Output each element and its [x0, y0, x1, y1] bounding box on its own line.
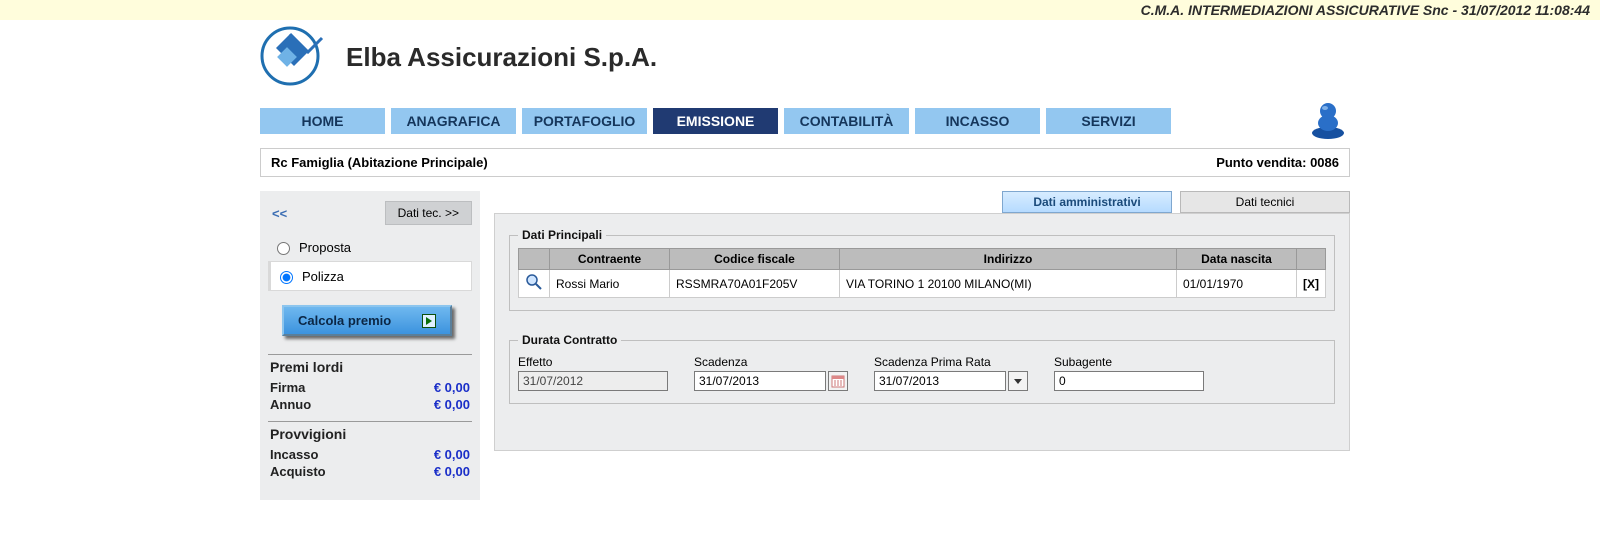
radio-polizza[interactable]: Polizza	[268, 261, 472, 291]
user-icon[interactable]	[1306, 99, 1350, 142]
incasso-label: Incasso	[270, 447, 318, 462]
company-name: Elba Assicurazioni S.p.A.	[346, 42, 657, 73]
header: Elba Assicurazioni S.p.A.	[260, 20, 1350, 99]
tab-strip: Dati amministrativi Dati tecnici	[494, 191, 1350, 213]
subagente-input[interactable]	[1054, 371, 1204, 391]
sidebar-back-button[interactable]: <<	[268, 206, 287, 221]
nav-home[interactable]: HOME	[260, 108, 385, 134]
scadenza-label: Scadenza	[694, 355, 848, 369]
row-delete-button[interactable]: [X]	[1297, 270, 1326, 298]
cell-data-nascita: 01/01/1970	[1177, 270, 1297, 298]
nav-portafoglio[interactable]: PORTAFOGLIO	[522, 108, 647, 134]
durata-contratto-fieldset: Durata Contratto Effetto Scadenza	[509, 333, 1335, 404]
effetto-input	[518, 371, 668, 391]
calcola-premio-button[interactable]: Calcola premio	[282, 305, 452, 336]
radio-proposta-input[interactable]	[277, 242, 290, 255]
annuo-label: Annuo	[270, 397, 311, 412]
subheader-bar: Rc Famiglia (Abitazione Principale) Punt…	[260, 148, 1350, 177]
nav-incasso[interactable]: INCASSO	[915, 108, 1040, 134]
scadenza-prima-rata-label: Scadenza Prima Rata	[874, 355, 1028, 369]
scadenza-prima-rata-input[interactable]	[874, 371, 1006, 391]
premi-lordi-title: Premi lordi	[268, 354, 472, 379]
provvigioni-title: Provvigioni	[268, 421, 472, 446]
col-indirizzo: Indirizzo	[840, 249, 1177, 270]
sidebar-dati-tec-button[interactable]: Dati tec. >>	[385, 201, 472, 225]
calcola-premio-arrow-icon	[422, 314, 436, 328]
main-nav: HOME ANAGRAFICA PORTAFOGLIO EMISSIONE CO…	[260, 99, 1350, 142]
sidebar: << Dati tec. >> Proposta Polizza Calcola…	[260, 191, 480, 500]
dati-principali-fieldset: Dati Principali Contraente Codice fiscal…	[509, 228, 1335, 311]
company-logo-icon	[260, 26, 332, 89]
col-contraente: Contraente	[550, 249, 670, 270]
cell-indirizzo: VIA TORINO 1 20100 MILANO(MI)	[840, 270, 1177, 298]
page-title: Rc Famiglia (Abitazione Principale)	[271, 155, 488, 170]
col-data-nascita: Data nascita	[1177, 249, 1297, 270]
calcola-premio-label: Calcola premio	[298, 313, 391, 328]
annuo-value: € 0,00	[434, 397, 470, 412]
effetto-label: Effetto	[518, 355, 668, 369]
acquisto-label: Acquisto	[270, 464, 326, 479]
calendar-icon[interactable]	[828, 371, 848, 391]
dati-principali-table: Contraente Codice fiscale Indirizzo Data…	[518, 248, 1326, 298]
acquisto-value: € 0,00	[434, 464, 470, 479]
radio-polizza-label: Polizza	[302, 269, 344, 284]
table-row: Rossi Mario RSSMRA70A01F205V VIA TORINO …	[519, 270, 1326, 298]
nav-anagrafica[interactable]: ANAGRAFICA	[391, 108, 516, 134]
col-codice-fiscale: Codice fiscale	[670, 249, 840, 270]
scadenza-input[interactable]	[694, 371, 826, 391]
nav-emissione[interactable]: EMISSIONE	[653, 108, 778, 134]
tab-dati-amministrativi[interactable]: Dati amministrativi	[1002, 191, 1172, 213]
firma-value: € 0,00	[434, 380, 470, 395]
cell-codice-fiscale: RSSMRA70A01F205V	[670, 270, 840, 298]
top-info-bar: C.M.A. INTERMEDIAZIONI ASSICURATIVE Snc …	[0, 0, 1600, 20]
nav-servizi[interactable]: SERVIZI	[1046, 108, 1171, 134]
incasso-value: € 0,00	[434, 447, 470, 462]
tab-dati-tecnici[interactable]: Dati tecnici	[1180, 191, 1350, 213]
durata-contratto-legend: Durata Contratto	[518, 333, 621, 347]
radio-proposta-label: Proposta	[299, 240, 351, 255]
radio-polizza-input[interactable]	[280, 271, 293, 284]
admin-panel: Dati Principali Contraente Codice fiscal…	[494, 213, 1350, 451]
radio-proposta[interactable]: Proposta	[268, 233, 472, 261]
magnifier-icon[interactable]	[525, 273, 543, 291]
nav-contabilita[interactable]: CONTABILITÀ	[784, 108, 909, 134]
cell-contraente: Rossi Mario	[550, 270, 670, 298]
firma-label: Firma	[270, 380, 305, 395]
punto-vendita-label: Punto vendita: 0086	[1216, 155, 1339, 170]
subagente-label: Subagente	[1054, 355, 1204, 369]
dati-principali-legend: Dati Principali	[518, 228, 606, 242]
dropdown-icon[interactable]	[1008, 371, 1028, 391]
